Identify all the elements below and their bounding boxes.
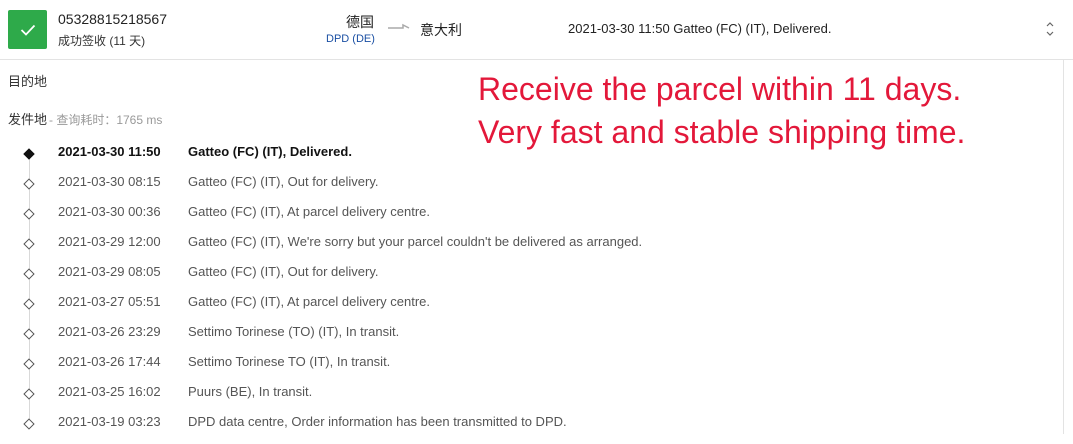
event-time: 2021-03-29 12:00 [58,234,161,249]
timeline-event: 2021-03-29 08:05 Gatteo (FC) (IT), Out f… [0,264,1060,294]
collapse-icon[interactable] [1044,21,1056,37]
timeline-event: 2021-03-27 05:51 Gatteo (FC) (IT), At pa… [0,294,1060,324]
event-marker-icon [23,358,35,370]
timeline-event: 2021-03-25 16:02 Puurs (BE), In transit. [0,384,1060,414]
event-marker-icon [23,298,35,310]
query-time: - 查询耗时：1765 ms [49,113,163,127]
event-marker-icon [23,208,35,220]
tracking-number: 05328815218567 [58,11,168,27]
event-marker-icon [23,238,35,250]
event-time: 2021-03-26 17:44 [58,354,161,369]
event-description: Settimo Torinese (TO) (IT), In transit. [188,324,400,339]
event-time: 2021-03-29 08:05 [58,264,161,279]
event-time: 2021-03-27 05:51 [58,294,161,309]
event-description: DPD data centre, Order information has b… [188,414,567,429]
event-time: 2021-03-19 03:23 [58,414,161,429]
event-description: Gatteo (FC) (IT), Out for delivery. [188,264,379,279]
timeline-event: 2021-03-30 08:15 Gatteo (FC) (IT), Out f… [0,174,1060,204]
origin-country: 德国 [346,14,374,30]
event-description: Gatteo (FC) (IT), We're sorry but your p… [188,234,643,249]
panel-border [1063,60,1064,434]
event-time: 2021-03-30 08:15 [58,174,161,189]
event-description: Gatteo (FC) (IT), At parcel delivery cen… [188,204,431,219]
latest-event: 2021-03-30 11:50 Gatteo (FC) (IT), Deliv… [568,21,832,36]
current-event-marker-icon [23,148,35,160]
destination-country: 意大利 [420,22,462,38]
event-marker-icon [23,328,35,340]
timeline-event: 2021-03-29 12:00 Gatteo (FC) (IT), We're… [0,234,1060,264]
timeline-event: 2021-03-26 17:44 Settimo Torinese TO (IT… [0,354,1060,384]
annotation-line-1: Receive the parcel within 11 days. [478,71,962,107]
carrier-name: DPD (DE) [326,33,375,45]
event-description: Settimo Torinese TO (IT), In transit. [188,354,391,369]
event-description: Gatteo (FC) (IT), Delivered. [188,144,352,159]
event-marker-icon [23,268,35,280]
event-description: Gatteo (FC) (IT), Out for delivery. [188,174,379,189]
delivered-status-badge [8,10,47,49]
delivery-status-text: 成功签收 (11 天) [58,34,146,48]
event-description: Gatteo (FC) (IT), At parcel delivery cen… [188,294,431,309]
event-marker-icon [23,178,35,190]
event-time: 2021-03-30 00:36 [58,204,161,219]
checkmark-icon [20,24,35,36]
origin-label: 发件地 [8,112,48,127]
event-time: 2021-03-25 16:02 [58,384,161,399]
event-description: Puurs (BE), In transit. [188,384,313,399]
event-time: 2021-03-30 11:50 [58,144,161,159]
timeline-event: 2021-03-26 23:29 Settimo Torinese (TO) (… [0,324,1060,354]
event-marker-icon [23,418,35,430]
shipment-header[interactable]: 05328815218567 成功签收 (11 天) 德国 DPD (DE) 意… [0,0,1073,60]
timeline-event: 2021-03-19 03:23 DPD data centre, Order … [0,414,1060,444]
timeline-event: 2021-03-30 00:36 Gatteo (FC) (IT), At pa… [0,204,1060,234]
event-time: 2021-03-26 23:29 [58,324,161,339]
timeline-event: 2021-03-30 11:50 Gatteo (FC) (IT), Deliv… [0,144,1060,174]
destination-label: 目的地 [8,74,48,89]
event-marker-icon [23,388,35,400]
route-arrow-icon [388,23,410,29]
